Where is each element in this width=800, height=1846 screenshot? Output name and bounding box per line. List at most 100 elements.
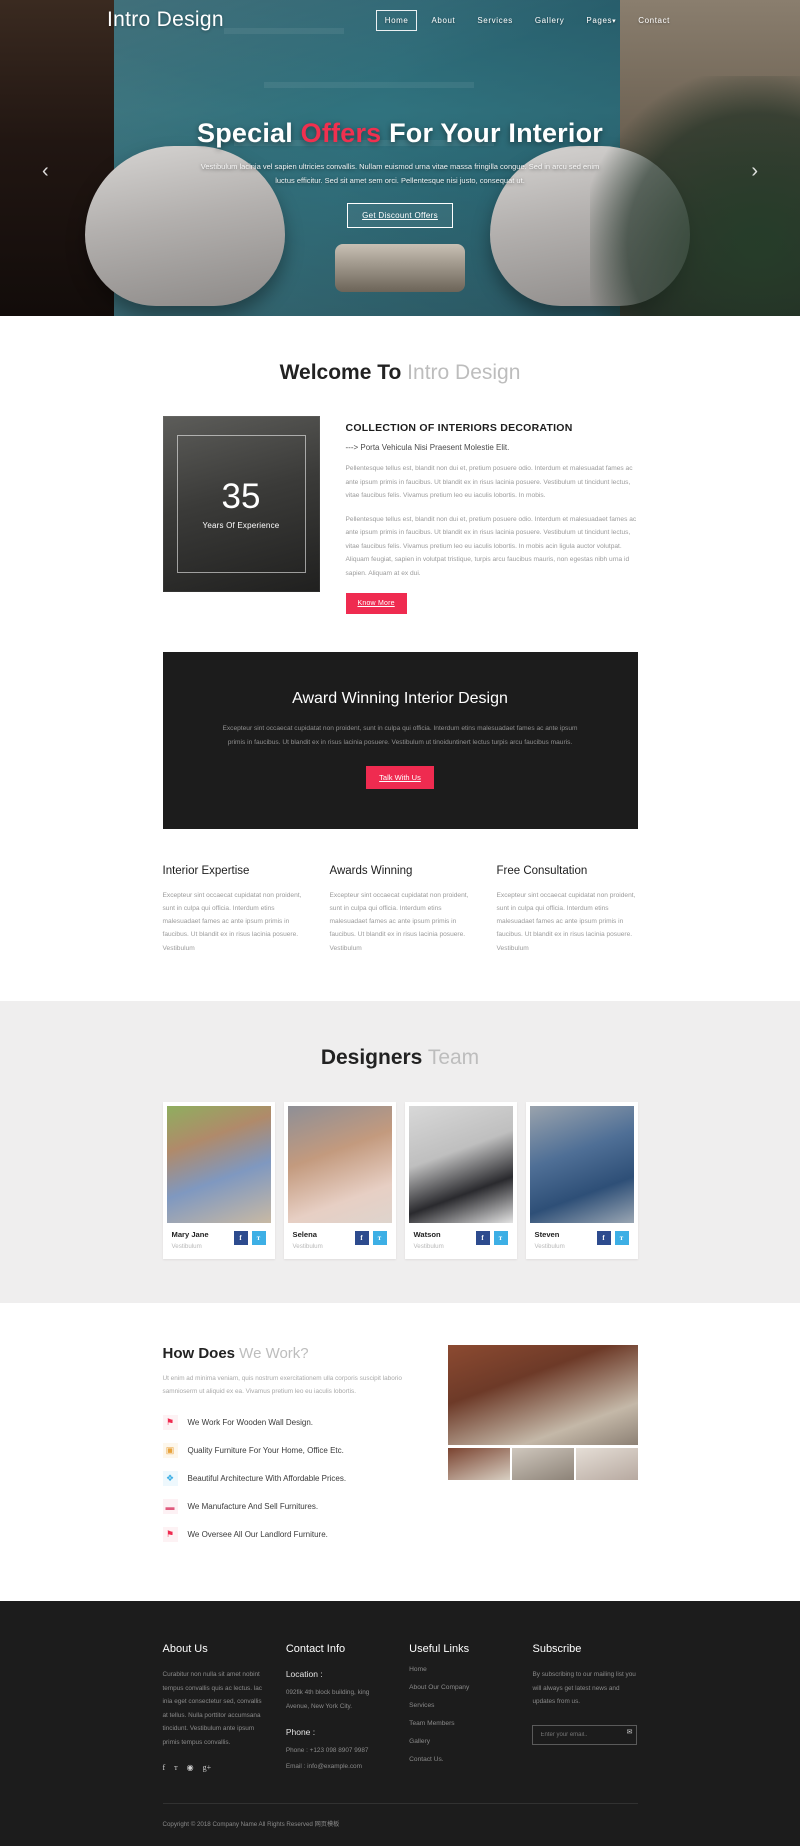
features-row: Interior Expertise Excepteur sint occaec… (163, 865, 638, 1001)
team-card-body: Selena Vestibulum f ᴛ (288, 1223, 392, 1259)
team-member-photo (287, 1105, 392, 1223)
footer-subscribe-column: Subscribe By subscribing to our mailing … (532, 1643, 638, 1773)
site-brand[interactable]: Intro Design (107, 8, 224, 32)
team-title-bold: Designers (320, 1045, 423, 1069)
welcome-title-light: Intro Design (401, 361, 521, 384)
feature-text: Excepteur sint occaecat cupidatat non pr… (329, 891, 469, 952)
team-member-socials: f ᴛ (354, 1230, 387, 1245)
how-item-text: We Oversee All Our Landlord Furniture. (187, 1530, 328, 1540)
team-member-info: Mary Jane Vestibulum (172, 1230, 234, 1250)
how-right-column (447, 1344, 638, 1556)
twitter-icon[interactable]: ᴛ (493, 1230, 508, 1245)
footer-link-contact-us[interactable]: Contact Us. (409, 1756, 510, 1763)
nav-item-gallery[interactable]: Gallery (527, 11, 573, 30)
team-member-name: Selena (292, 1229, 317, 1239)
team-member-role: Vestibulum (292, 1242, 323, 1250)
welcome-paragraph-2: Pellentesque tellus est, blandit non dui… (345, 515, 637, 577)
get-discount-offers-button[interactable]: Get Discount Offers (347, 202, 453, 228)
carousel-next-arrow-icon[interactable]: › (751, 160, 758, 183)
footer-useful-links-column: Useful Links Home About Our Company Serv… (409, 1643, 510, 1773)
team-member-name: Mary Jane (171, 1229, 209, 1239)
team-member-info: Steven Vestibulum (535, 1230, 597, 1250)
footer-link-services[interactable]: Services (409, 1702, 510, 1709)
facebook-icon[interactable]: f (163, 1763, 166, 1772)
team-member-socials: f ᴛ (475, 1230, 508, 1245)
nav-item-services[interactable]: Services (469, 11, 520, 30)
nav-links: Home About Services Gallery Pages▾ Conta… (375, 9, 678, 31)
footer-subscribe-title: Subscribe (532, 1643, 582, 1656)
feature-interior-expertise: Interior Expertise Excepteur sint occaec… (163, 865, 304, 955)
experience-number: 35 (221, 476, 261, 516)
footer-link-team-members[interactable]: Team Members (409, 1720, 510, 1727)
footer-link-about-our-company[interactable]: About Our Company (409, 1684, 510, 1691)
how-item-text: Quality Furniture For Your Home, Office … (187, 1446, 344, 1456)
footer-location-value: 092fik 4th block building, king Avenue, … (285, 1689, 370, 1710)
page-root: Intro Design Home About Services Gallery… (0, 0, 800, 1846)
how-item-text: We Work For Wooden Wall Design. (187, 1418, 314, 1428)
facebook-icon[interactable]: f (596, 1230, 611, 1245)
team-member-name: Watson (413, 1229, 441, 1239)
how-item-text: We Manufacture And Sell Furnitures. (187, 1502, 319, 1512)
google-plus-icon[interactable]: g+ (203, 1763, 212, 1772)
team-member-name: Steven (534, 1229, 560, 1239)
navbar: Intro Design Home About Services Gallery… (0, 0, 800, 40)
footer-link-gallery[interactable]: Gallery (409, 1738, 510, 1745)
hero-title-part1: Special (196, 118, 301, 148)
nav-item-pages[interactable]: Pages▾ (578, 11, 624, 30)
talk-with-us-button[interactable]: Talk With Us (366, 765, 434, 789)
footer-location-label: Location : (285, 1669, 323, 1680)
nav-item-contact[interactable]: Contact (630, 11, 678, 30)
square-icon: ▣ (162, 1443, 178, 1459)
footer-useful-title: Useful Links (409, 1643, 470, 1656)
instagram-icon[interactable]: ◉ (187, 1763, 194, 1772)
how-thumbnail[interactable] (511, 1447, 574, 1480)
team-member-photo (408, 1105, 513, 1223)
team-title-light: Team (422, 1045, 480, 1069)
welcome-title-bold: Welcome To (279, 361, 402, 384)
how-container: How Does We Work? Ut enim ad minima veni… (162, 1344, 638, 1556)
footer-about-column: About Us Curabitur non nulla sit amet no… (163, 1643, 264, 1773)
nav-item-home[interactable]: Home (375, 9, 418, 31)
hero-title-accent: Offers (300, 118, 382, 148)
team-card[interactable]: Steven Vestibulum f ᴛ (525, 1101, 638, 1259)
team-card[interactable]: Watson Vestibulum f ᴛ (404, 1101, 517, 1259)
how-title-bold: How Does (162, 1344, 236, 1362)
hero-banner: Intro Design Home About Services Gallery… (0, 0, 800, 316)
how-title-light: We Work? (235, 1344, 309, 1362)
know-more-button[interactable]: Know More (345, 593, 407, 615)
nav-item-about[interactable]: About (423, 11, 463, 30)
twitter-icon[interactable]: ᴛ (251, 1230, 266, 1245)
twitter-icon[interactable]: ᴛ (174, 1763, 178, 1772)
experience-caption: Years Of Experience (202, 520, 280, 530)
footer-about-title: About Us (162, 1643, 208, 1656)
team-card-body: Mary Jane Vestibulum f ᴛ (167, 1223, 271, 1259)
team-container: Designers Team Mary Jane Vestibulum f ᴛ (162, 1001, 638, 1259)
feature-title: Awards Winning (329, 864, 413, 877)
footer-contact-title: Contact Info (285, 1643, 346, 1656)
how-item-text: Beautiful Architecture With Affordable P… (187, 1474, 347, 1484)
how-thumbnail[interactable] (575, 1447, 638, 1480)
welcome-row: 35 Years Of Experience COLLECTION OF INT… (162, 416, 638, 615)
team-member-socials: f ᴛ (233, 1230, 266, 1245)
how-we-work-section: How Does We Work? Ut enim ad minima veni… (0, 1303, 800, 1602)
facebook-icon[interactable]: f (475, 1230, 490, 1245)
footer-container: About Us Curabitur non nulla sit amet no… (162, 1643, 638, 1846)
footer-link-home[interactable]: Home (409, 1666, 510, 1673)
feature-text: Excepteur sint occaecat cupidatat non pr… (162, 891, 302, 952)
feature-text: Excepteur sint occaecat cupidatat non pr… (496, 891, 636, 952)
send-email-icon[interactable]: ✉ (627, 1728, 633, 1736)
how-thumbnails (447, 1447, 638, 1480)
how-thumbnail[interactable] (447, 1447, 510, 1480)
facebook-icon[interactable]: f (233, 1230, 248, 1245)
team-card[interactable]: Mary Jane Vestibulum f ᴛ (162, 1101, 275, 1259)
facebook-icon[interactable]: f (354, 1230, 369, 1245)
nav-item-pages-label: Pages (586, 15, 613, 25)
team-card[interactable]: Selena Vestibulum f ᴛ (283, 1101, 396, 1259)
twitter-icon[interactable]: ᴛ (614, 1230, 629, 1245)
twitter-icon[interactable]: ᴛ (372, 1230, 387, 1245)
carousel-prev-arrow-icon[interactable]: ‹ (42, 160, 49, 183)
team-card-body: Steven Vestibulum f ᴛ (530, 1223, 634, 1259)
how-paragraph: Ut enim ad minima veniam, quis nostrum e… (162, 1374, 402, 1395)
subscribe-email-input[interactable] (532, 1724, 638, 1745)
team-member-socials: f ᴛ (596, 1230, 629, 1245)
